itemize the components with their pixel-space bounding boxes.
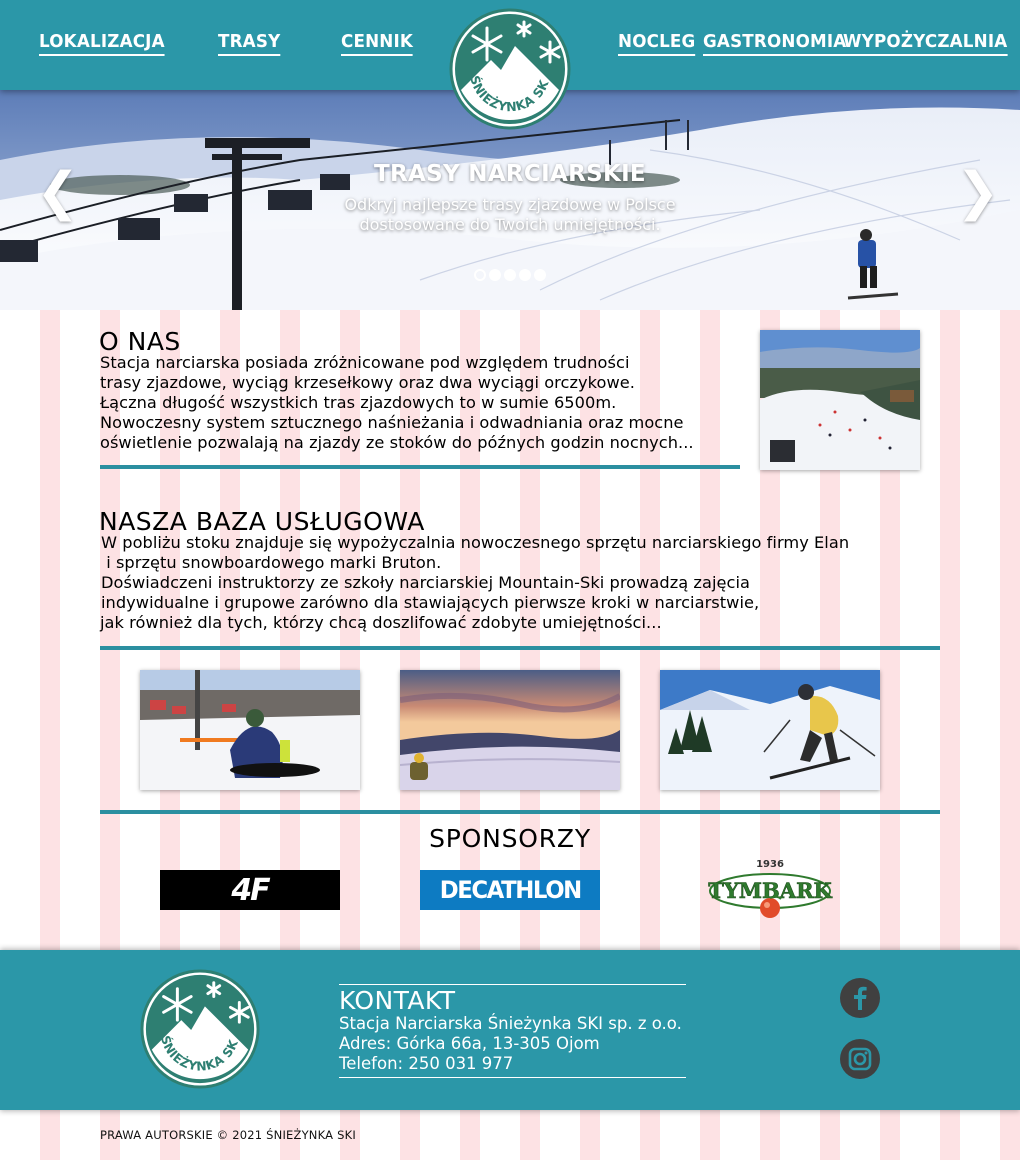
nav-link-trasy[interactable]: TRASY	[218, 30, 281, 56]
about-line-1: Stacja narciarska posiada zróżnicowane p…	[100, 353, 630, 372]
about-divider	[100, 465, 740, 469]
services-line-3: Doświadczeni instruktorzy ze szkoły narc…	[101, 573, 750, 592]
services-title: NASZA BAZA USŁUGOWA	[99, 507, 425, 536]
about-title: O NAS	[99, 327, 181, 356]
services-line-4: indywidualne i grupowe zarówno dla stawi…	[101, 593, 760, 612]
sponsor-tymbark-logo[interactable]: 1936 TYMBARK	[705, 855, 835, 920]
sponsor-4f-logo[interactable]: 4F	[160, 870, 340, 910]
about-line-3: Łączna długość wszystkich tras zjazdowyc…	[100, 393, 617, 412]
nav-link-cennik[interactable]: CENNIK	[341, 30, 414, 56]
contact-company: Stacja Narciarska Śnieżynka SKI sp. z o.…	[339, 1014, 682, 1033]
about-photo	[760, 330, 920, 470]
contact-title: KONTAKT	[339, 986, 456, 1015]
copyright-text: PRAWA AUTORSKIE © 2021 ŚNIEŻYNKA SKI	[100, 1128, 356, 1142]
slider-dot-1[interactable]	[474, 269, 486, 281]
sponsor-decathlon-text: DECATHLON	[439, 876, 582, 904]
services-line-5: jak również dla tych, którzy chcą doszli…	[100, 613, 662, 632]
sponsor-decathlon-logo[interactable]: DECATHLON	[420, 870, 600, 910]
slider-dot-5[interactable]	[534, 269, 546, 281]
sunset-slope-photo	[400, 670, 620, 790]
contact-address: Adres: Górka 66a, 13-305 Ojom	[339, 1034, 600, 1053]
services-line-1: W pobliżu stoku znajduje się wypożyczaln…	[101, 533, 850, 552]
snowboarder-photo	[140, 670, 360, 790]
about-line-2: trasy zjazdowe, wyciąg krzesełkowy oraz …	[100, 373, 635, 392]
about-line-5: oświetlenie pozwalają na zjazdy ze stokó…	[100, 433, 694, 452]
skier-photo	[660, 670, 880, 790]
slider-dot-3[interactable]	[504, 269, 516, 281]
nav-link-nocleg[interactable]: NOCLEG	[618, 30, 696, 56]
facebook-icon[interactable]	[840, 978, 880, 1018]
contact-phone[interactable]: Telefon: 250 031 977	[339, 1054, 513, 1074]
nav-link-gastronomia[interactable]: GASTRONOMIA	[703, 30, 847, 56]
nav-link-lokalizacja[interactable]: LOKALIZACJA	[39, 30, 165, 56]
slider-prev-button[interactable]: ❮	[36, 162, 80, 222]
instagram-icon[interactable]	[840, 1039, 880, 1079]
slider-dot-4[interactable]	[519, 269, 531, 281]
contact-box: KONTAKT Stacja Narciarska Śnieżynka SKI …	[339, 984, 686, 1078]
footer-logo[interactable]: ŚNIEŻYNKA SKI	[138, 958, 260, 1089]
nav-link-wypozyczalnia[interactable]: WYPOŻYCZALNIA	[843, 30, 1008, 56]
hero-subtitle-line-1: Odkryj najlepsze trasy zjazdowe w Polsce	[344, 195, 676, 214]
sponsors-title: SPONSORZY	[429, 824, 591, 853]
sponsor-4f-text: 4F	[231, 872, 270, 908]
header-logo[interactable]: ŚNIEŻYNKA SKI	[446, 0, 571, 130]
slider-next-button[interactable]: ❯	[956, 162, 1000, 222]
site-footer: ŚNIEŻYNKA SKI KONTAKT Stacja Narciarska …	[0, 950, 1020, 1110]
gallery-divider	[100, 810, 940, 814]
services-line-2: i sprzętu snowboardowego marki Bruton.	[101, 553, 442, 572]
services-divider	[100, 646, 940, 650]
tymbark-year: 1936	[756, 859, 784, 870]
slider-dot-2[interactable]	[489, 269, 501, 281]
slider-dots	[474, 269, 546, 281]
about-line-4: Nowoczesny system sztucznego naśnieżania…	[100, 413, 684, 432]
hero-title: TRASY NARCIARSKIE	[374, 161, 646, 187]
hero-subtitle-line-2: dostosowane do Twoich umiejętności.	[359, 215, 661, 234]
